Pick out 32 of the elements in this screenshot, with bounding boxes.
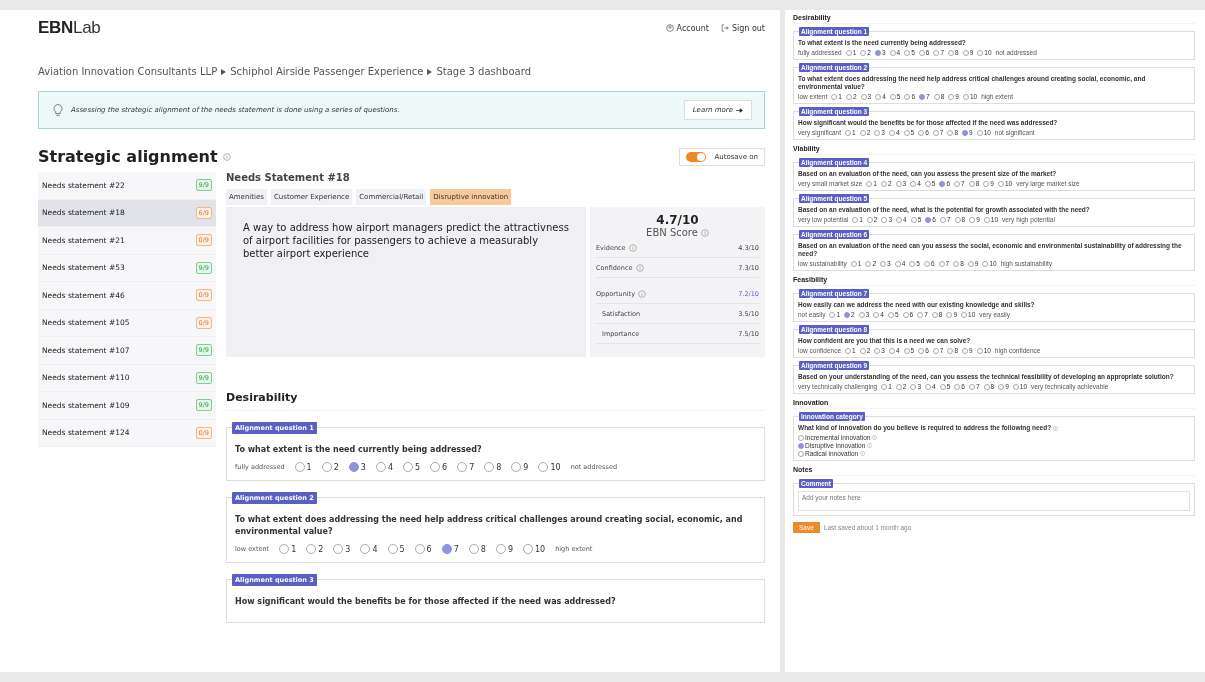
radio-option[interactable]: 10 <box>538 462 561 472</box>
info-icon <box>222 152 231 161</box>
info-icon <box>872 435 878 440</box>
info-icon <box>860 451 866 456</box>
header-link[interactable]: Sign out <box>720 23 765 33</box>
lightbulb-icon <box>51 103 65 117</box>
info-icon <box>628 244 637 252</box>
score-label: EBN Score <box>646 227 698 238</box>
breadcrumb-item[interactable]: Schiphol Airside Passenger Experience <box>230 66 424 77</box>
statement-title: Needs Statement #18 <box>226 172 351 183</box>
breadcrumb-item[interactable]: Aviation Innovation Consultants LLP <box>38 66 218 77</box>
chevron-icon <box>221 68 227 75</box>
info-icon <box>635 264 644 272</box>
header-link[interactable]: Account <box>665 23 709 33</box>
score-value: 4.7/10 <box>655 213 700 227</box>
question-text: To what extent is the need currently being addressed? <box>235 444 483 456</box>
info-icon <box>700 228 709 237</box>
arrow-icon <box>736 107 743 113</box>
question-text: How significant would the benefits be for those affected if the need was addressed? <box>235 596 617 608</box>
question-text: To what extent does addressing the need help address critical challenges around creating social, economic, and environmental value? <box>235 514 744 538</box>
info-icon <box>1053 425 1059 431</box>
sign-out-icon <box>720 24 729 32</box>
breadcrumb-item[interactable]: Stage 3 dashboard <box>436 66 531 77</box>
radio-option[interactable]: 10 <box>522 544 546 554</box>
page-title: Strategic alignment <box>38 147 218 166</box>
info-icon <box>638 290 646 298</box>
account-icon <box>665 24 674 32</box>
info-icon <box>867 443 873 448</box>
section-heading: Desirability <box>226 391 765 411</box>
app-logo[interactable]: EBNLab <box>38 18 101 38</box>
statement-text: A way to address how airport managers predict the attractivness of airport facilities for passengers to achieve a measurably better airport experience <box>243 222 569 259</box>
chevron-icon <box>427 68 433 75</box>
